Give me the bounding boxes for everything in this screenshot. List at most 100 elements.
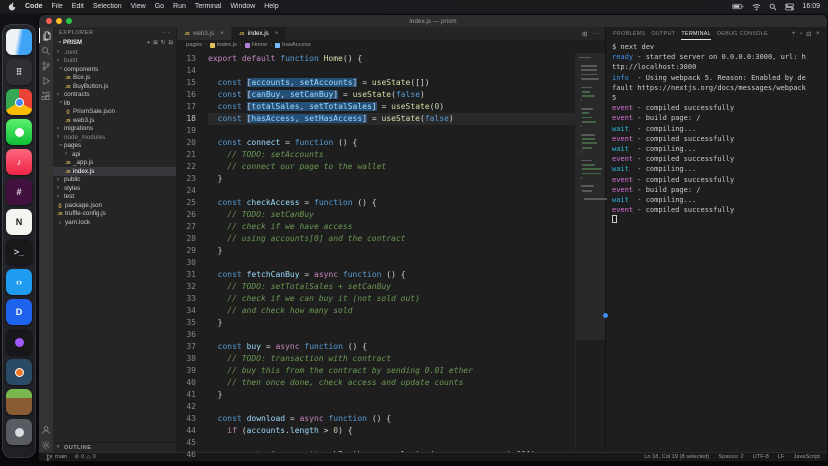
zoom-button[interactable] — [66, 18, 72, 24]
tree-item-prismsale-json[interactable]: {}PrismSale.json — [53, 108, 176, 117]
control-center-icon[interactable] — [785, 3, 794, 11]
project-section-header[interactable]: › PRISM + ⊞ ↻ ⊟ — [53, 38, 176, 48]
new-folder-icon[interactable]: ⊞ — [153, 40, 158, 46]
terminal-dropdown-icon[interactable]: › — [797, 32, 804, 34]
explorer-icon[interactable] — [39, 28, 53, 43]
close-button[interactable] — [46, 18, 52, 24]
tree-item-test[interactable]: ›test — [53, 193, 176, 202]
menu-run[interactable]: Run — [173, 3, 186, 10]
breadcrumb-index-js[interactable]: index.js — [210, 42, 237, 48]
menu-help[interactable]: Help — [264, 3, 278, 10]
editor-more-actions-icon[interactable]: ··· — [593, 30, 600, 37]
breadcrumb-hasaccess[interactable]: hasAccess — [275, 42, 310, 48]
run-debug-icon[interactable] — [39, 73, 53, 88]
kill-terminal-icon[interactable]: ⊟ — [806, 30, 812, 38]
split-editor-icon[interactable]: ⊞ — [582, 30, 587, 38]
menu-selection[interactable]: Selection — [93, 3, 122, 10]
battery-icon[interactable] — [732, 3, 744, 10]
tree-item-next[interactable]: ›.next — [53, 48, 176, 57]
refresh-icon[interactable]: ↻ — [161, 40, 166, 46]
dock-minecraft-icon[interactable] — [6, 389, 32, 415]
tab-web3-js[interactable]: JSweb3.js× — [177, 27, 232, 40]
minimap[interactable] — [575, 53, 605, 452]
menu-window[interactable]: Window — [230, 3, 255, 10]
menu-edit[interactable]: Edit — [72, 3, 84, 10]
extensions-icon[interactable] — [39, 88, 53, 103]
apple-menu-icon[interactable] — [8, 2, 16, 11]
tree-item-truffle-config-js[interactable]: JStruffle-config.js — [53, 210, 176, 219]
search-icon[interactable] — [39, 43, 53, 58]
dock-figma-icon[interactable] — [6, 329, 32, 355]
menu-view[interactable]: View — [131, 3, 146, 10]
menu-go[interactable]: Go — [155, 3, 164, 10]
status-spaces[interactable]: Spaces: 2 — [718, 454, 743, 460]
wifi-icon[interactable] — [752, 3, 761, 11]
panel-tab-problems[interactable]: PROBLEMS — [613, 27, 645, 40]
dock-terminal-icon[interactable]: >_ — [6, 239, 32, 265]
account-icon[interactable] — [39, 422, 53, 437]
breadcrumb[interactable]: pages›index.js›Home›hasAccess — [177, 40, 605, 50]
terminal-output[interactable]: $ next devready - started server on 0.0.… — [606, 40, 807, 452]
dock-notion-icon[interactable]: N — [6, 209, 32, 235]
tree-item-api[interactable]: ›api — [53, 150, 176, 159]
minimize-button[interactable] — [56, 18, 62, 24]
status-javascript[interactable]: JavaScript — [793, 454, 820, 460]
tree-item-lib[interactable]: ›lib — [53, 99, 176, 108]
dock-finder-icon[interactable] — [6, 29, 32, 55]
dock-trash-icon[interactable] — [6, 419, 32, 445]
tab-index-js[interactable]: JSindex.js× — [232, 27, 287, 40]
problems-indicator[interactable]: ⊘0 △0 — [74, 454, 95, 460]
collapse-all-icon[interactable]: ⊟ — [168, 40, 173, 46]
tree-item-box-js[interactable]: JSBox.js — [53, 74, 176, 83]
status-ln-18-col-19-8-selected[interactable]: Ln 18, Col 19 (8 selected) — [644, 454, 709, 460]
dock-vscode-icon[interactable]: ‹› — [6, 269, 32, 295]
close-tab-icon[interactable]: × — [220, 30, 224, 37]
panel-tab-output[interactable]: OUTPUT — [651, 27, 675, 40]
code-editor[interactable]: 1314151617181920212223242526272829303132… — [177, 50, 605, 452]
tree-item-public[interactable]: ›public — [53, 176, 176, 185]
dock-music-icon[interactable]: ♪ — [6, 149, 32, 175]
status-utf-8[interactable]: UTF-8 — [753, 454, 769, 460]
spotlight-search-icon[interactable] — [769, 3, 777, 11]
tree-item-migrations[interactable]: ›migrations — [53, 125, 176, 134]
dock-docker-icon[interactable]: D — [6, 299, 32, 325]
menu-terminal[interactable]: Terminal — [195, 3, 221, 10]
panel-tab-debug-console[interactable]: DEBUG CONSOLE — [717, 27, 768, 40]
breadcrumb-home[interactable]: Home — [245, 42, 268, 48]
close-panel-icon[interactable]: × — [816, 30, 820, 37]
outline-section-header[interactable]: › OUTLINE — [53, 442, 176, 452]
tree-item-package-json[interactable]: {}package.json — [53, 201, 176, 210]
close-tab-icon[interactable]: × — [275, 30, 279, 37]
tree-item-web3-js[interactable]: JSweb3.js — [53, 116, 176, 125]
source-control-icon[interactable] — [39, 58, 53, 73]
tree-item-index-js[interactable]: JSindex.js — [53, 167, 176, 176]
settings-gear-icon[interactable] — [39, 437, 53, 452]
menu-bar-clock[interactable]: 16:09 — [802, 3, 820, 10]
dock-chrome-icon[interactable] — [6, 89, 32, 115]
tree-item-build[interactable]: ›build — [53, 57, 176, 66]
tree-item-pages[interactable]: ›pages — [53, 142, 176, 151]
window-title-bar[interactable]: index.js — prism — [39, 15, 827, 27]
panel-tab-terminal[interactable]: TERMINAL — [681, 27, 711, 40]
tree-item-contracts[interactable]: ›contracts — [53, 91, 176, 100]
tree-item-node-modules[interactable]: ›node_modules — [53, 133, 176, 142]
git-branch-indicator[interactable]: main — [46, 454, 67, 461]
status-lf[interactable]: LF — [778, 454, 785, 460]
new-terminal-icon[interactable]: + — [792, 30, 796, 37]
dock-launchpad-icon[interactable]: ⠿ — [6, 59, 32, 85]
tree-item-yarn-lock[interactable]: ≡yarn.lock — [53, 218, 176, 227]
tree-item-buybutton-js[interactable]: JSBuyButton.js — [53, 82, 176, 91]
breadcrumb-pages[interactable]: pages — [186, 42, 202, 48]
code-content[interactable]: export default function Home() { const [… — [203, 53, 575, 452]
tree-item-components[interactable]: ›components — [53, 65, 176, 74]
sidebar-more-actions-icon[interactable]: ··· — [163, 30, 171, 36]
tree-item-styles[interactable]: ›styles — [53, 184, 176, 193]
menu-file[interactable]: File — [52, 3, 63, 10]
dock-blender-icon[interactable] — [6, 359, 32, 385]
dock-messages-icon[interactable] — [6, 119, 32, 145]
dock-slack-icon[interactable]: # — [6, 179, 32, 205]
tree-item-app-js[interactable]: JS_app.js — [53, 159, 176, 168]
panel-resize-indicator-dot[interactable] — [603, 313, 608, 318]
new-file-icon[interactable]: + — [147, 40, 150, 46]
app-menu-code[interactable]: Code — [25, 3, 43, 10]
